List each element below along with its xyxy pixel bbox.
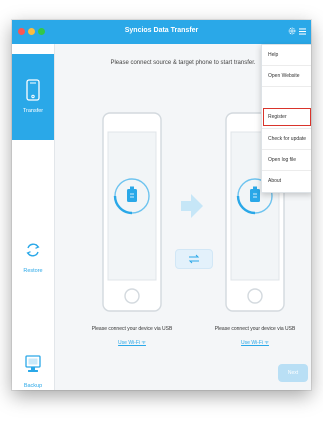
app-window: Syncios Data Transfer Transfer Restore B…	[12, 20, 311, 390]
menu-item-register[interactable]: Register	[262, 107, 311, 127]
sidebar-item-restore[interactable]: Restore	[12, 214, 54, 300]
computer-icon	[25, 355, 41, 372]
next-button[interactable]: Next	[278, 364, 308, 382]
swap-icon	[188, 254, 200, 264]
menu-item-open-website[interactable]: Open Website	[262, 66, 311, 86]
source-phone-illustration	[102, 112, 162, 312]
hamburger-menu-icon[interactable]	[299, 28, 306, 35]
menu-item-check-for-update[interactable]: Check for update	[262, 129, 311, 149]
sidebar-item-transfer[interactable]: Transfer	[12, 54, 54, 140]
transfer-arrow-icon	[181, 194, 203, 218]
phone-icon	[26, 79, 40, 101]
target-use-wifi-link[interactable]: Use Wi-Fi ᯤ	[200, 340, 310, 346]
menu-item-help[interactable]: Help	[262, 45, 311, 65]
sidebar-item-backup[interactable]: Backup	[12, 329, 54, 390]
menu-item-about[interactable]: About	[262, 171, 311, 191]
menu-divider	[262, 86, 311, 87]
swap-devices-button[interactable]	[175, 249, 213, 269]
target-connect-text: Please connect your device via USB	[214, 326, 296, 332]
sidebar-item-label: Transfer	[22, 108, 44, 114]
window-title: Syncios Data Transfer	[124, 27, 199, 34]
menu-item-open-log-file[interactable]: Open log file	[262, 150, 311, 170]
sidebar-item-label: Backup	[23, 383, 43, 389]
gear-icon[interactable]	[288, 27, 296, 35]
source-use-wifi-link[interactable]: Use Wi-Fi ᯤ	[77, 340, 187, 346]
source-connect-text: Please connect your device via USB	[91, 326, 173, 332]
restore-icon	[26, 243, 40, 257]
sidebar: Transfer Restore Backup	[12, 44, 55, 390]
settings-dropdown-menu: Help Open Website Register Check for upd…	[261, 44, 311, 193]
sidebar-item-label: Restore	[23, 268, 43, 274]
title-bar: Syncios Data Transfer	[12, 20, 311, 44]
